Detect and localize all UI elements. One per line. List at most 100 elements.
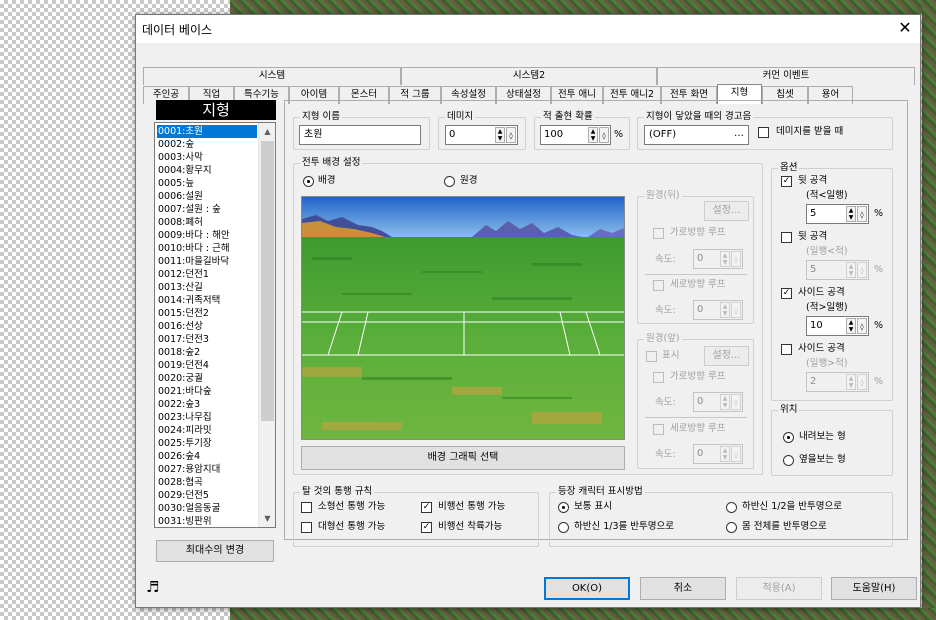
back-attack-checkbox[interactable]: ✓: [781, 176, 792, 187]
list-item[interactable]: 0001:초원: [157, 125, 257, 138]
stepper-updown-icon[interactable]: ▲ ▼: [720, 302, 730, 318]
list-item[interactable]: 0012:던전1: [157, 268, 257, 281]
stepper-diamond-icon[interactable]: ◊: [506, 127, 516, 143]
radio-normal-display[interactable]: [558, 502, 569, 513]
back-attack-stepper[interactable]: 5 ▲ ▼ ◊: [806, 204, 869, 224]
ok-button[interactable]: OK(O): [544, 577, 630, 600]
stepper-diamond-icon[interactable]: ◊: [857, 374, 867, 390]
radio-far-view[interactable]: [444, 176, 455, 187]
stepper-updown-icon[interactable]: ▲ ▼: [720, 394, 730, 410]
stepper-diamond-icon[interactable]: ◊: [731, 446, 741, 462]
far-back-horiz-speed[interactable]: 0 ▲ ▼ ◊: [693, 249, 743, 269]
list-item[interactable]: 0025:투기장: [157, 437, 257, 450]
help-button[interactable]: 도움말(H): [831, 577, 917, 600]
far-front-vert-speed[interactable]: 0 ▲ ▼ ◊: [693, 444, 743, 464]
back-attack2-stepper[interactable]: 5 ▲ ▼ ◊: [806, 260, 869, 280]
stepper-diamond-icon[interactable]: ◊: [731, 394, 741, 410]
far-back-horiz-checkbox[interactable]: [653, 228, 664, 239]
select-bg-graphic-button[interactable]: 배경 그래픽 선택: [301, 446, 625, 470]
terrain-name-input[interactable]: 초원: [299, 125, 421, 145]
radio-lower-third[interactable]: [558, 522, 569, 533]
list-item[interactable]: 0027:용암지대: [157, 463, 257, 476]
list-item[interactable]: 0029:던전5: [157, 489, 257, 502]
list-item[interactable]: 0005:늪: [157, 177, 257, 190]
stepper-updown-icon[interactable]: ▲ ▼: [495, 127, 505, 143]
list-item[interactable]: 0007:설원 : 숲: [157, 203, 257, 216]
max-count-button[interactable]: 최대수의 변경: [156, 540, 274, 562]
radio-lower-half[interactable]: [726, 502, 737, 513]
encounter-stepper[interactable]: 100 ▲ ▼ ◊: [540, 125, 611, 145]
list-item[interactable]: 0017:던전3: [157, 333, 257, 346]
list-item[interactable]: 0003:사막: [157, 151, 257, 164]
far-front-horiz-checkbox[interactable]: [653, 372, 664, 383]
music-icon[interactable]: ♬: [146, 578, 159, 596]
list-item[interactable]: 0011:마을길바닥: [157, 255, 257, 268]
list-item[interactable]: 0021:바다숲: [157, 385, 257, 398]
far-front-horiz-speed[interactable]: 0 ▲ ▼ ◊: [693, 392, 743, 412]
cancel-button[interactable]: 취소: [640, 577, 726, 600]
list-item[interactable]: 0019:던전4: [157, 359, 257, 372]
tab-system2[interactable]: 시스템2: [401, 67, 657, 85]
list-item[interactable]: 0013:산길: [157, 281, 257, 294]
list-item[interactable]: 0016:선상: [157, 320, 257, 333]
stepper-diamond-icon[interactable]: ◊: [599, 127, 609, 143]
receive-damage-checkbox[interactable]: [758, 127, 769, 138]
stepper-updown-icon[interactable]: ▲ ▼: [846, 262, 856, 278]
list-item[interactable]: 0023:나무집: [157, 411, 257, 424]
list-item[interactable]: 0006:설원: [157, 190, 257, 203]
large-ship-checkbox[interactable]: [301, 522, 312, 533]
airship-land-checkbox[interactable]: ✓: [421, 522, 432, 533]
list-item[interactable]: 0014:귀족저택: [157, 294, 257, 307]
stepper-diamond-icon[interactable]: ◊: [731, 302, 741, 318]
radio-side-view[interactable]: [783, 455, 794, 466]
radio-background[interactable]: [303, 176, 314, 187]
list-item[interactable]: 0022:숲3: [157, 398, 257, 411]
far-front-set-button[interactable]: 설정...: [704, 346, 749, 366]
tab-system[interactable]: 시스템: [143, 67, 401, 85]
stepper-updown-icon[interactable]: ▲ ▼: [846, 206, 856, 222]
stepper-diamond-icon[interactable]: ◊: [857, 206, 867, 222]
list-item[interactable]: 0026:숲4: [157, 450, 257, 463]
list-item[interactable]: 0031:빙판위: [157, 515, 257, 528]
back-attack2-checkbox[interactable]: [781, 232, 792, 243]
list-item[interactable]: 0002:숲: [157, 138, 257, 151]
far-back-vert-checkbox[interactable]: [653, 280, 664, 291]
far-front-vert-checkbox[interactable]: [653, 424, 664, 435]
stepper-updown-icon[interactable]: ▲ ▼: [846, 318, 856, 334]
far-front-show-checkbox[interactable]: [646, 351, 657, 362]
radio-whole-body[interactable]: [726, 522, 737, 533]
list-scrollbar[interactable]: ▲ ▼: [258, 123, 275, 527]
list-item[interactable]: 0028:협곡: [157, 476, 257, 489]
far-back-set-button[interactable]: 설정...: [704, 201, 749, 221]
side-attack2-checkbox[interactable]: [781, 344, 792, 355]
stepper-updown-icon[interactable]: ▲ ▼: [588, 127, 598, 143]
list-item[interactable]: 0008:폐허: [157, 216, 257, 229]
list-item[interactable]: 0009:바다 : 해안: [157, 229, 257, 242]
airship-pass-checkbox[interactable]: ✓: [421, 502, 432, 513]
apply-button[interactable]: 적용(A): [736, 577, 822, 600]
list-item[interactable]: 0020:궁궐: [157, 372, 257, 385]
stepper-updown-icon[interactable]: ▲ ▼: [846, 374, 856, 390]
damage-stepper[interactable]: 0 ▲ ▼ ◊: [445, 125, 518, 145]
list-item[interactable]: 0004:황무지: [157, 164, 257, 177]
list-item[interactable]: 0010:바다 : 근해: [157, 242, 257, 255]
scroll-down-icon[interactable]: ▼: [259, 510, 276, 527]
list-item[interactable]: 0015:던전2: [157, 307, 257, 320]
stepper-updown-icon[interactable]: ▲ ▼: [720, 446, 730, 462]
side-attack2-stepper[interactable]: 2 ▲ ▼ ◊: [806, 372, 869, 392]
tab-common-event[interactable]: 커먼 이벤트: [657, 67, 915, 85]
list-item[interactable]: 0018:숲2: [157, 346, 257, 359]
close-icon[interactable]: ✕: [894, 17, 916, 39]
small-ship-checkbox[interactable]: [301, 502, 312, 513]
scroll-up-icon[interactable]: ▲: [259, 123, 276, 140]
sound-browse-button[interactable]: …: [731, 127, 747, 143]
side-attack-stepper[interactable]: 10 ▲ ▼ ◊: [806, 316, 869, 336]
radio-top-down[interactable]: [783, 432, 794, 443]
stepper-diamond-icon[interactable]: ◊: [731, 251, 741, 267]
far-back-vert-speed[interactable]: 0 ▲ ▼ ◊: [693, 300, 743, 320]
side-attack-checkbox[interactable]: ✓: [781, 288, 792, 299]
stepper-diamond-icon[interactable]: ◊: [857, 318, 867, 334]
stepper-diamond-icon[interactable]: ◊: [857, 262, 867, 278]
list-item[interactable]: 0030:얼음동굴: [157, 502, 257, 515]
terrain-list[interactable]: 0001:초원 0002:숲 0003:사막 0004:황무지 0005:늪 0006:설…: [154, 122, 276, 528]
